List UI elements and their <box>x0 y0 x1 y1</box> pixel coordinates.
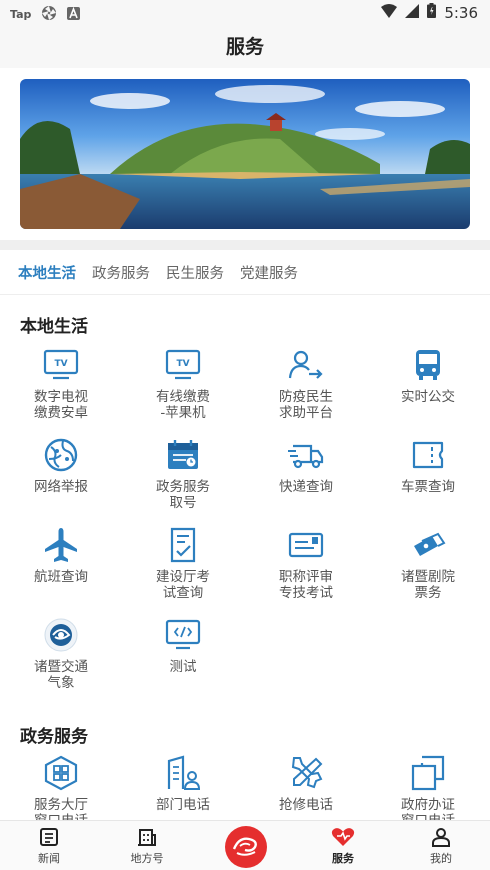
nav-label: 地方号 <box>130 852 164 865</box>
tv-icon: TV <box>41 345 81 385</box>
section-title-gov: 政务服务 <box>20 727 88 747</box>
svg-text:TV: TV <box>54 359 67 369</box>
service-test[interactable]: 测试 <box>122 615 244 675</box>
service-label: 职称评审 专技考试 <box>279 569 333 601</box>
status-bar: Tap 5:36 <box>0 0 490 26</box>
battery-icon <box>427 3 437 22</box>
nav-news[interactable]: 新闻 <box>14 821 84 870</box>
user-icon <box>429 825 453 849</box>
service-realtime-bus[interactable]: 实时公交 <box>367 345 489 405</box>
service-theatre-tickets[interactable]: 诸暨剧院 票务 <box>367 525 489 601</box>
tv-icon: TV <box>163 345 203 385</box>
checklist-icon <box>163 525 203 565</box>
service-traffic-weather[interactable]: 诸暨交通 气象 <box>0 615 122 691</box>
service-label: 防疫民生 求助平台 <box>279 389 333 421</box>
service-label: 抢修电话 <box>279 797 333 813</box>
service-label: 测试 <box>169 659 197 675</box>
service-digital-tv-android[interactable]: TV 数字电视 缴费安卓 <box>0 345 122 421</box>
service-express-query[interactable]: 快递查询 <box>245 435 367 495</box>
svg-text:TV: TV <box>176 359 189 369</box>
bus-icon <box>408 345 448 385</box>
tools-icon <box>286 753 326 793</box>
bottom-nav: 新闻 地方号 服务 我的 <box>0 820 490 870</box>
service-label: 诸暨交通 气象 <box>34 659 88 691</box>
nav-profile[interactable]: 我的 <box>406 821 476 870</box>
section-title-local: 本地生活 <box>20 317 88 337</box>
clock: 5:36 <box>444 3 478 22</box>
service-title-review-exam[interactable]: 职称评审 专技考试 <box>245 525 367 601</box>
center-logo-button[interactable] <box>225 826 267 868</box>
service-gov-queue-number[interactable]: 政务服务 取号 <box>122 435 244 511</box>
nav-label: 服务 <box>332 852 354 865</box>
service-ticket-query[interactable]: 车票查询 <box>367 435 489 495</box>
signal-icon <box>405 3 420 22</box>
service-label: 诸暨剧院 票务 <box>401 569 455 601</box>
wifi-icon <box>381 3 398 22</box>
service-label: 车票查询 <box>401 479 455 495</box>
service-label: 有线缴费 -苹果机 <box>156 389 210 421</box>
news-icon <box>37 825 61 849</box>
airplane-icon <box>41 525 81 565</box>
app-a-icon <box>67 6 81 23</box>
hall-grid-icon <box>41 753 81 793</box>
copy-icon <box>408 753 448 793</box>
service-hall-phone[interactable]: 服务大厅 窗口电话 <box>0 753 122 829</box>
nav-services[interactable]: 服务 <box>308 821 378 870</box>
building-icon <box>135 825 159 849</box>
ticket-icon <box>408 435 448 475</box>
service-label: 实时公交 <box>401 389 455 405</box>
truck-icon <box>286 435 326 475</box>
code-monitor-icon <box>163 615 203 655</box>
title-bar: 服务 <box>0 26 490 68</box>
service-label: 建设厅考 试查询 <box>156 569 210 601</box>
globe-icon <box>41 435 81 475</box>
calendar-icon <box>163 435 203 475</box>
tab-local-life[interactable]: 本地生活 <box>18 252 76 293</box>
aperture-icon <box>41 5 57 24</box>
weather-logo-icon <box>41 615 81 655</box>
service-epidemic-help[interactable]: 防疫民生 求助平台 <box>245 345 367 421</box>
heart-icon <box>331 825 355 849</box>
service-flight-query[interactable]: 航班查询 <box>0 525 122 585</box>
nav-label: 我的 <box>430 852 452 865</box>
service-department-phone[interactable]: 部门电话 <box>122 753 244 813</box>
tab-gov-services[interactable]: 政务服务 <box>92 252 150 293</box>
status-app-label: Tap <box>10 8 32 21</box>
service-cable-fee-ios[interactable]: TV 有线缴费 -苹果机 <box>122 345 244 421</box>
tab-livelihood-services[interactable]: 民生服务 <box>166 252 224 293</box>
card-icon <box>286 525 326 565</box>
nav-local-accounts[interactable]: 地方号 <box>112 821 182 870</box>
service-label: 政务服务 取号 <box>156 479 210 511</box>
section-divider <box>0 240 490 250</box>
nav-label: 新闻 <box>38 852 60 865</box>
person-arrow-icon <box>286 345 326 385</box>
service-label: 网络举报 <box>34 479 88 495</box>
service-construction-exam[interactable]: 建设厅考 试查询 <box>122 525 244 601</box>
tickets-icon <box>408 525 448 565</box>
service-online-report[interactable]: 网络举报 <box>0 435 122 495</box>
service-label: 部门电话 <box>156 797 210 813</box>
category-tabs: 本地生活 政务服务 民生服务 党建服务 <box>0 250 490 295</box>
service-certificate-phone[interactable]: 政府办证 窗口电话 <box>367 753 489 829</box>
tab-party-services[interactable]: 党建服务 <box>240 252 298 293</box>
banner-image[interactable] <box>20 79 470 229</box>
service-label: 快递查询 <box>279 479 333 495</box>
service-repair-phone[interactable]: 抢修电话 <box>245 753 367 813</box>
page-title: 服务 <box>225 36 264 58</box>
service-label: 数字电视 缴费安卓 <box>34 389 88 421</box>
service-label: 航班查询 <box>34 569 88 585</box>
department-icon <box>163 753 203 793</box>
